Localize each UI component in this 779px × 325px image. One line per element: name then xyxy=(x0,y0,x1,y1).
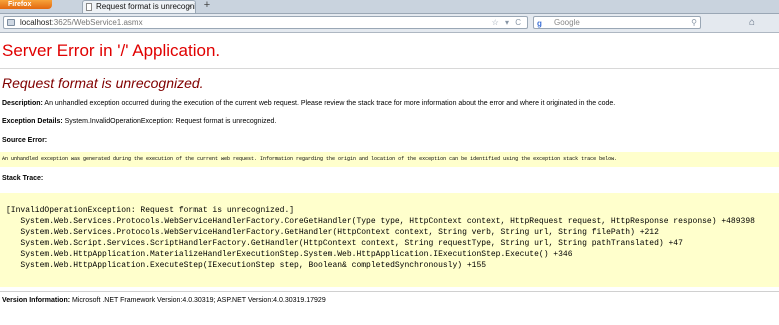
url-path: :3625/WebService1.asmx xyxy=(51,18,143,27)
tab-bar: Firefox Request format is unrecognized. … xyxy=(0,0,779,14)
page-title: Server Error in '/' Application. xyxy=(2,41,221,60)
error-heading: Request format is unrecognized. xyxy=(2,75,204,91)
exception-text: System.InvalidOperationException: Reques… xyxy=(62,118,277,125)
search-icon[interactable]: ⚲ xyxy=(691,17,697,28)
site-identity-icon[interactable] xyxy=(7,19,15,26)
source-error-text: An unhandled exception was generated dur… xyxy=(2,156,618,162)
version-text: Microsoft .NET Framework Version:4.0.303… xyxy=(70,297,326,304)
stack-trace-text: [InvalidOperationException: Request form… xyxy=(6,206,755,270)
home-icon[interactable]: ⌂ xyxy=(746,17,758,29)
version-label: Version Information: xyxy=(2,297,71,304)
source-error-box: An unhandled exception was generated dur… xyxy=(0,152,779,167)
description-text: An unhandled exception occurred during t… xyxy=(42,100,616,107)
description: Description: An unhandled exception occu… xyxy=(2,100,615,107)
divider xyxy=(0,291,779,292)
url-host: localhost xyxy=(20,18,52,27)
stack-trace-box: [InvalidOperationException: Request form… xyxy=(0,193,779,287)
exception-details: Exception Details: System.InvalidOperati… xyxy=(2,118,276,125)
divider xyxy=(0,68,779,69)
source-error-label: Source Error: xyxy=(2,137,48,144)
search-placeholder: Google xyxy=(554,18,580,27)
url-bar[interactable]: localhost:3625/WebService1.asmx ☆ ▾ C xyxy=(3,16,528,29)
tab-title: Request format is unrecognized. xyxy=(96,2,196,11)
search-input[interactable]: g Google ⚲ xyxy=(533,16,701,29)
description-label: Description: xyxy=(2,100,43,107)
version-information: Version Information: Microsoft .NET Fram… xyxy=(2,297,326,304)
navigation-bar: localhost:3625/WebService1.asmx ☆ ▾ C g … xyxy=(0,14,779,33)
tab-active[interactable]: Request format is unrecognized. × xyxy=(82,0,196,13)
stack-trace-label: Stack Trace: xyxy=(2,175,44,182)
page-icon xyxy=(86,3,92,11)
page-content: Server Error in '/' Application. Request… xyxy=(0,33,779,325)
close-icon[interactable]: × xyxy=(187,1,192,13)
google-icon[interactable]: g xyxy=(537,18,542,29)
firefox-menu-button[interactable]: Firefox xyxy=(0,0,52,9)
new-tab-button[interactable]: + xyxy=(200,0,214,12)
bookmark-star-icon[interactable]: ☆ ▾ C xyxy=(492,17,523,28)
exception-label: Exception Details: xyxy=(2,118,63,125)
